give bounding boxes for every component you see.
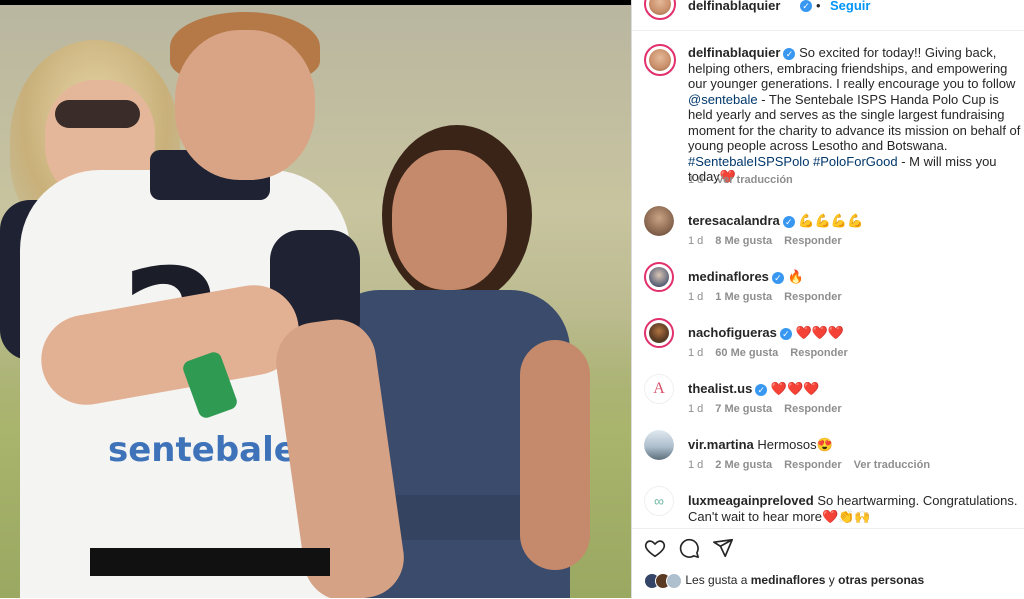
header-username[interactable]: delfinablaquier [688,0,780,13]
comment-likes[interactable]: 1 Me gusta [715,291,772,303]
comment-reply-button[interactable]: Responder [784,291,841,303]
likes-connector: y [828,573,835,588]
comment-reply-button[interactable]: Responder [784,235,841,247]
comment-avatar[interactable]: A [644,374,674,404]
infinity-logo-icon: ∞ [645,487,673,515]
comment-username[interactable]: thealist.us [688,381,752,396]
comment-text: medinaflores ✓ 🔥 [688,269,1018,285]
follow-button[interactable]: Seguir [830,0,870,13]
comment-text: nachofigueras ✓ ❤️❤️❤️ [688,325,1018,341]
comment-username[interactable]: vir.martina [688,437,754,452]
header-verified-badge-icon: ✓ [800,0,812,12]
photo-black-belt [90,548,330,576]
likes-summary: Les gusta a medinaflores y otras persona… [644,573,924,589]
photo-man-head [175,30,315,180]
photo-sunglasses [55,100,140,128]
comment-item: teresacalandra ✓ 💪💪💪💪 1 d 8 Me gusta Respon… [632,206,1024,262]
post-actions: Les gusta a medinaflores y otras persona… [632,528,1024,599]
comment-time: 1 d [688,459,704,471]
caption-time: 1 d [688,174,704,186]
like-heart-icon[interactable] [644,537,666,559]
post-side-panel: delfinablaquier ✓ • Seguir delfinablaqui… [631,0,1024,598]
comment-username[interactable]: luxmeagainpreloved [688,493,814,508]
comment-body: 🔥 [787,269,804,284]
header-separator: • [816,0,821,13]
comment-meta: 1 d 60 Me gusta Responder [688,347,860,359]
comment-avatar[interactable]: ∞ [644,486,674,516]
comment-likes[interactable]: 7 Me gusta [715,403,772,415]
comment-meta: 1 d 1 Me gusta Responder [688,291,854,303]
caption-avatar[interactable] [644,44,676,76]
verified-badge-icon: ✓ [779,327,792,340]
comment-time: 1 d [688,403,704,415]
photo-smiling-woman-face [392,150,507,290]
comment-username[interactable]: teresacalandra [688,213,780,228]
comment-username[interactable]: nachofigueras [688,325,777,340]
comment-item: nachofigueras ✓ ❤️❤️❤️ 1 d 60 Me gusta Resp… [632,318,1024,374]
letter-a-logo-icon: A [645,375,673,403]
comment-avatar[interactable] [644,430,674,460]
comment-body: ❤️❤️❤️ [795,325,845,340]
caption-hashtags-link[interactable]: #SentebaleISPSPolo #PoloForGood [688,154,898,169]
post-caption: delfinablaquier ✓ So excited for today!! … [688,45,1024,185]
comment-body: ❤️❤️❤️ [770,381,820,396]
comment-time: 1 d [688,235,704,247]
header-avatar[interactable] [644,0,676,20]
likes-prefix: Les gusta a [685,573,748,588]
photo-woman-arm [520,340,590,570]
verified-badge-icon: ✓ [755,383,768,396]
comment-text: luxmeagainpreloved So heartwarming. Cong… [688,493,1018,524]
comment-text: vir.martina Hermosos😍 [688,437,1018,453]
verified-badge-icon: ✓ [782,215,795,228]
post-photo[interactable]: 2 sentebale [0,0,631,598]
comment-avatar[interactable] [644,318,674,348]
comment-reply-button[interactable]: Responder [784,459,841,471]
comment-reply-button[interactable]: Responder [784,403,841,415]
comment-meta: 1 d 7 Me gusta Responder [688,403,854,415]
caption-verified-badge-icon: ✓ [783,47,796,60]
likes-user-link[interactable]: medinaflores [751,573,826,587]
comment-time: 1 d [688,291,704,303]
caption-username[interactable]: delfinablaquier [688,45,780,60]
comment-meta: 1 d 8 Me gusta Responder [688,235,854,247]
caption-mention-link[interactable]: @sentebale [688,92,758,107]
photo-top-edge [0,0,631,5]
comment-body: Hermosos😍 [757,437,833,452]
comment-text: thealist.us ✓ ❤️❤️❤️ [688,381,1018,397]
comment-meta: 1 d 2 Me gusta Responder Ver traducción [688,459,942,471]
comment-item: medinaflores ✓ 🔥 1 d 1 Me gusta Responder [632,262,1024,318]
comment-text: teresacalandra ✓ 💪💪💪💪 [688,213,1018,229]
comment-body: 💪💪💪💪 [798,213,864,228]
comment-item: A thealist.us ✓ ❤️❤️❤️ 1 d 7 Me gusta Respo… [632,374,1024,430]
photo-jersey-logo: sentebale [108,430,297,470]
comment-avatar[interactable] [644,262,674,292]
comment-likes[interactable]: 2 Me gusta [715,459,772,471]
caption-meta: 1 d Ver traducción [688,174,803,186]
comment-time: 1 d [688,347,704,359]
comment-likes[interactable]: 8 Me gusta [715,235,772,247]
share-paper-plane-icon[interactable] [712,537,734,559]
comment-avatar[interactable] [644,206,674,236]
comment-translate-link[interactable]: Ver traducción [854,459,930,471]
caption-translate-link[interactable]: Ver traducción [716,174,792,186]
likes-others-link[interactable]: otras personas [838,573,924,587]
comment-item: vir.martina Hermosos😍 1 d 2 Me gusta Respo… [632,430,1024,486]
post-header: delfinablaquier ✓ • Seguir [632,0,1024,31]
comment-username[interactable]: medinaflores [688,269,769,284]
comment-bubble-icon[interactable] [678,537,700,559]
verified-badge-icon: ✓ [771,271,784,284]
liker-avatar [666,573,682,589]
comment-likes[interactable]: 60 Me gusta [715,347,778,359]
comment-reply-button[interactable]: Responder [790,347,847,359]
